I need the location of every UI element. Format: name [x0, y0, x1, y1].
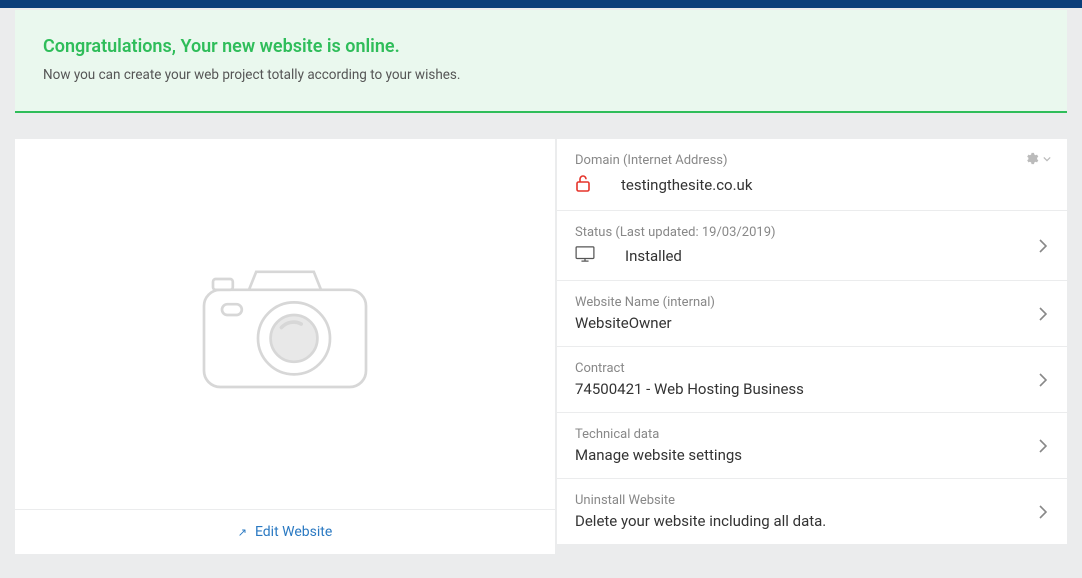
- preview-card: ↗ Edit Website: [15, 139, 555, 554]
- chevron-down-icon: [1043, 156, 1051, 162]
- contract-chevron: [1039, 373, 1047, 387]
- status-value: Installed: [625, 247, 682, 265]
- website-name-panel[interactable]: Website Name (internal) WebsiteOwner: [557, 281, 1067, 346]
- monitor-icon: [575, 246, 595, 266]
- chevron-right-icon: [1039, 373, 1047, 387]
- uninstall-value: Delete your website including all data.: [575, 512, 1049, 530]
- contract-label: Contract: [575, 361, 1049, 376]
- details-column: Domain (Internet Address) testingthesite…: [557, 139, 1067, 554]
- edit-website-label: Edit Website: [255, 524, 332, 540]
- technical-data-panel[interactable]: Technical data Manage website settings: [557, 413, 1067, 478]
- camera-icon: [195, 249, 375, 399]
- website-preview-placeholder: [15, 139, 555, 509]
- technical-chevron: [1039, 439, 1047, 453]
- chevron-right-icon: [1039, 307, 1047, 321]
- unlock-icon: [575, 174, 591, 196]
- external-link-icon: ↗: [238, 526, 247, 539]
- domain-label: Domain (Internet Address): [575, 153, 1049, 168]
- main-content: ↗ Edit Website Domain (Internet Address)…: [0, 113, 1082, 569]
- gear-icon: [1024, 151, 1039, 166]
- status-chevron: [1039, 239, 1047, 253]
- top-nav-bar: [0, 0, 1082, 8]
- chevron-right-icon: [1039, 439, 1047, 453]
- banner-subtitle: Now you can create your web project tota…: [43, 67, 1039, 83]
- chevron-right-icon: [1039, 505, 1047, 519]
- banner-title: Congratulations, Your new website is onl…: [43, 36, 1039, 57]
- website-name-chevron: [1039, 307, 1047, 321]
- contract-value: 74500421 - Web Hosting Business: [575, 380, 1049, 398]
- status-label: Status (Last updated: 19/03/2019): [575, 225, 1049, 240]
- domain-value: testingthesite.co.uk: [621, 176, 752, 194]
- success-banner: Congratulations, Your new website is onl…: [15, 10, 1067, 113]
- domain-settings-menu[interactable]: [1024, 151, 1051, 166]
- chevron-right-icon: [1039, 239, 1047, 253]
- status-panel[interactable]: Status (Last updated: 19/03/2019) Instal…: [557, 211, 1067, 280]
- uninstall-panel[interactable]: Uninstall Website Delete your website in…: [557, 479, 1067, 544]
- edit-website-link[interactable]: ↗ Edit Website: [15, 509, 555, 554]
- contract-panel[interactable]: Contract 74500421 - Web Hosting Business: [557, 347, 1067, 412]
- technical-value: Manage website settings: [575, 446, 1049, 464]
- domain-panel: Domain (Internet Address) testingthesite…: [557, 139, 1067, 210]
- uninstall-chevron: [1039, 505, 1047, 519]
- uninstall-label: Uninstall Website: [575, 493, 1049, 508]
- technical-label: Technical data: [575, 427, 1049, 442]
- website-name-value: WebsiteOwner: [575, 314, 1049, 332]
- website-name-label: Website Name (internal): [575, 295, 1049, 310]
